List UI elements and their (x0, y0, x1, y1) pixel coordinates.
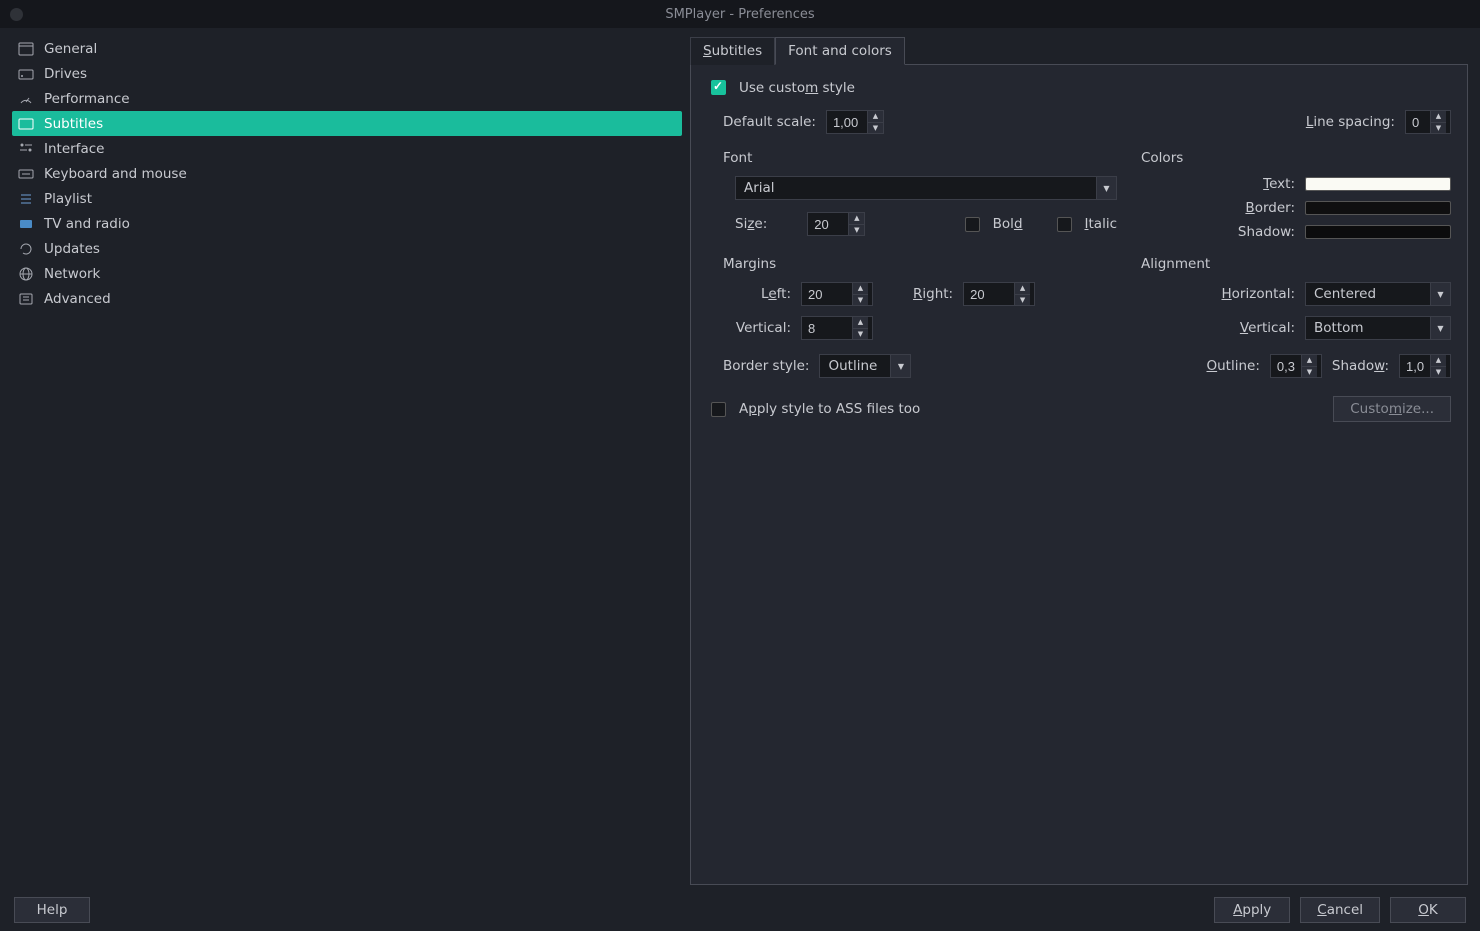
sidebar-item-playlist[interactable]: Playlist (12, 186, 682, 211)
text-color-label: Text: (1263, 176, 1295, 192)
shadow-color-label: Shadow: (1238, 224, 1295, 240)
italic-label: Italic (1085, 216, 1117, 232)
apply-button[interactable]: Apply (1214, 897, 1290, 923)
sidebar-item-label: Interface (44, 141, 676, 157)
vertical-align-combo[interactable]: Bottom ▼ (1305, 316, 1451, 340)
size-input[interactable]: ▲▼ (807, 212, 865, 236)
window-close-dot[interactable] (10, 8, 23, 21)
drive-icon (18, 66, 34, 82)
globe-icon (18, 266, 34, 282)
right-margin-input[interactable]: ▲▼ (963, 282, 1035, 306)
vertical-margin-label: Vertical: (736, 320, 791, 336)
border-color-swatch[interactable] (1305, 201, 1451, 215)
apply-ass-label: Apply style to ASS files too (739, 401, 920, 417)
bold-checkbox[interactable] (965, 217, 980, 232)
shadow-width-input[interactable]: ▲▼ (1399, 354, 1451, 378)
window-icon (18, 41, 34, 57)
font-combo[interactable]: Arial ▼ (735, 176, 1117, 200)
keyboard-icon (18, 166, 34, 182)
outline-label: Outline: (1206, 358, 1259, 374)
sidebar: General Drives Performance Subtitles Int (12, 36, 682, 885)
sliders-icon (18, 141, 34, 157)
help-button[interactable]: Help (14, 897, 90, 923)
customize-button[interactable]: Customize... (1333, 396, 1451, 422)
border-color-label: Border: (1245, 200, 1295, 216)
advanced-icon (18, 291, 34, 307)
sidebar-item-label: Performance (44, 91, 676, 107)
refresh-icon (18, 241, 34, 257)
sidebar-item-label: TV and radio (44, 216, 676, 232)
text-color-swatch[interactable] (1305, 177, 1451, 191)
default-scale-label: Default scale: (723, 114, 816, 130)
outline-input[interactable]: ▲▼ (1270, 354, 1322, 378)
sidebar-item-tv[interactable]: TV and radio (12, 211, 682, 236)
window-title: SMPlayer - Preferences (665, 7, 814, 22)
size-label: Size: (735, 216, 767, 232)
use-custom-style-checkbox[interactable] (711, 80, 726, 95)
sidebar-item-label: General (44, 41, 676, 57)
sidebar-item-drives[interactable]: Drives (12, 61, 682, 86)
chevron-down-icon: ▼ (1430, 283, 1450, 305)
shadow-color-swatch[interactable] (1305, 225, 1451, 239)
sidebar-item-label: Updates (44, 241, 676, 257)
margins-group-label: Margins (723, 254, 1117, 272)
tab-font-and-colors[interactable]: Font and colors (775, 37, 905, 65)
vertical-margin-input[interactable]: ▲▼ (801, 316, 873, 340)
colors-group-label: Colors (1141, 148, 1451, 166)
sidebar-item-label: Network (44, 266, 676, 282)
tabbar: Subtitles Font and colors (690, 36, 1468, 64)
gauge-icon (18, 91, 34, 107)
chevron-down-icon: ▼ (890, 355, 910, 377)
shadow-width-label: Shadow: (1332, 358, 1389, 374)
right-margin-label: Right: (913, 286, 953, 302)
border-style-combo[interactable]: Outline ▼ (819, 354, 911, 378)
horizontal-align-label: Horizontal: (1222, 286, 1295, 302)
sidebar-item-general[interactable]: General (12, 36, 682, 61)
horizontal-align-combo[interactable]: Centered ▼ (1305, 282, 1451, 306)
titlebar: SMPlayer - Preferences (0, 0, 1480, 28)
cancel-button[interactable]: Cancel (1300, 897, 1380, 923)
sidebar-item-network[interactable]: Network (12, 261, 682, 286)
use-custom-style-label: Use custom style (739, 80, 855, 96)
font-group-label: Font (723, 148, 1117, 166)
sidebar-item-performance[interactable]: Performance (12, 86, 682, 111)
sidebar-item-label: Keyboard and mouse (44, 166, 676, 182)
sidebar-item-interface[interactable]: Interface (12, 136, 682, 161)
line-spacing-label: Line spacing: (1306, 114, 1395, 130)
left-margin-input[interactable]: ▲▼ (801, 282, 873, 306)
italic-checkbox[interactable] (1057, 217, 1072, 232)
chevron-down-icon: ▼ (1096, 177, 1116, 199)
sidebar-item-label: Subtitles (44, 116, 676, 132)
border-style-label: Border style: (723, 358, 809, 374)
tab-content: Use custom style Default scale: ▲▼ Line … (690, 64, 1468, 885)
sidebar-item-subtitles[interactable]: Subtitles (12, 111, 682, 136)
sidebar-item-label: Playlist (44, 191, 676, 207)
sidebar-item-updates[interactable]: Updates (12, 236, 682, 261)
sidebar-item-label: Advanced (44, 291, 676, 307)
apply-ass-checkbox[interactable] (711, 402, 726, 417)
playlist-icon (18, 191, 34, 207)
ok-button[interactable]: OK (1390, 897, 1466, 923)
vertical-align-label: Vertical: (1240, 320, 1295, 336)
chevron-down-icon: ▼ (1430, 317, 1450, 339)
left-margin-label: Left: (761, 286, 791, 302)
default-scale-input[interactable]: ▲▼ (826, 110, 884, 134)
sidebar-item-label: Drives (44, 66, 676, 82)
tv-icon (18, 216, 34, 232)
bold-label: Bold (993, 216, 1023, 232)
dialog-footer: Help Apply Cancel OK (0, 889, 1480, 931)
sidebar-item-keyboard[interactable]: Keyboard and mouse (12, 161, 682, 186)
sidebar-item-advanced[interactable]: Advanced (12, 286, 682, 311)
subtitles-icon (18, 116, 34, 132)
line-spacing-input[interactable]: ▲▼ (1405, 110, 1451, 134)
alignment-group-label: Alignment (1141, 254, 1451, 272)
tab-subtitles[interactable]: Subtitles (690, 37, 775, 65)
